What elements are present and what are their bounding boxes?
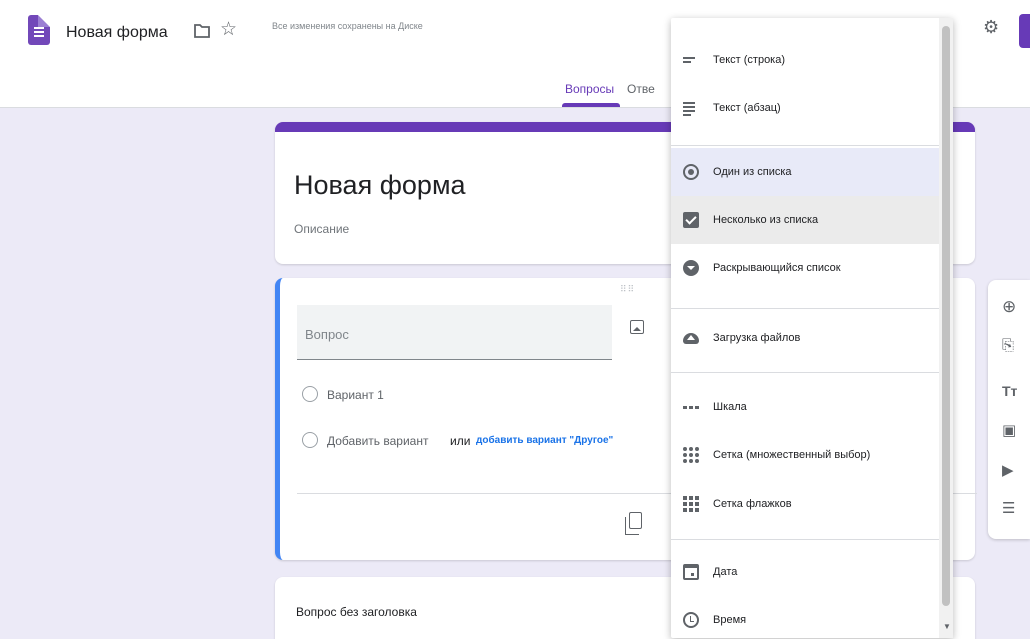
menu-item-label: Несколько из списка: [713, 214, 819, 226]
settings-gear-icon[interactable]: ⚙: [983, 18, 999, 36]
star-icon[interactable]: ☆: [220, 20, 237, 39]
menu-item-label: Текст (абзац): [713, 102, 781, 114]
radio-icon: [683, 164, 699, 180]
menu-item-checkbox-grid[interactable]: Сетка флажков: [671, 480, 939, 528]
option-label[interactable]: Вариант 1: [327, 388, 384, 402]
menu-item-label: Один из списка: [713, 166, 792, 178]
menu-item-label: Текст (строка): [713, 54, 786, 66]
add-option-button[interactable]: Добавить вариант: [327, 434, 428, 448]
menu-item-file-upload[interactable]: Загрузка файлов: [671, 314, 939, 362]
menu-item-label: Сетка (множественный выбор): [713, 449, 871, 461]
import-questions-icon[interactable]: ⎘: [1002, 338, 1014, 353]
forms-logo-icon[interactable]: [28, 15, 50, 45]
menu-item-label: Время: [713, 614, 747, 626]
menu-scrollbar-thumb[interactable]: [942, 26, 950, 606]
calendar-icon: [683, 564, 699, 580]
question-type-menu: Текст (строка) Текст (абзац) Один из спи…: [671, 18, 953, 638]
menu-item-linear-scale[interactable]: Шкала: [671, 383, 939, 431]
question-title[interactable]: Вопрос без заголовка: [296, 605, 417, 619]
form-heading[interactable]: Новая форма: [294, 170, 466, 201]
add-question-icon[interactable]: ⊕: [1002, 298, 1016, 315]
linear-scale-icon: [683, 399, 699, 415]
radio-icon: [302, 386, 318, 402]
add-other-option-link[interactable]: добавить вариант "Другое": [476, 435, 613, 446]
menu-item-label: Шкала: [713, 401, 747, 413]
form-title[interactable]: Новая форма: [66, 24, 168, 42]
drag-handle-icon[interactable]: ⠿⠿: [620, 284, 635, 295]
add-section-icon[interactable]: ☰: [1002, 501, 1015, 516]
menu-item-label: Загрузка файлов: [713, 332, 801, 344]
add-image-icon[interactable]: [630, 320, 644, 334]
dropdown-icon: [683, 260, 699, 276]
add-image-icon[interactable]: ▣: [1002, 423, 1016, 438]
side-toolbar: ⊕ ⎘ Tт ▣ ▶ ☰: [988, 280, 1030, 539]
checkbox-icon: [683, 212, 699, 228]
send-button[interactable]: [1019, 14, 1030, 48]
menu-item-label: Сетка флажков: [713, 498, 792, 510]
menu-divider: [671, 539, 939, 540]
or-label: или: [450, 434, 471, 448]
add-video-icon[interactable]: ▶: [1002, 463, 1014, 478]
menu-item-multiple-choice-grid[interactable]: Сетка (множественный выбор): [671, 431, 939, 479]
form-description-field[interactable]: Описание: [294, 222, 349, 236]
menu-item-time[interactable]: Время: [671, 596, 939, 639]
tab-answers[interactable]: Отве: [627, 82, 655, 96]
short-text-icon: [683, 52, 699, 68]
clock-icon: [683, 612, 699, 628]
cloud-upload-icon: [683, 333, 699, 344]
menu-item-label: Дата: [713, 566, 738, 578]
menu-divider: [671, 372, 939, 373]
menu-item-dropdown[interactable]: Раскрывающийся список: [671, 244, 939, 292]
grid-squares-icon: [683, 496, 699, 512]
menu-item-date[interactable]: Дата: [671, 548, 939, 596]
menu-item-paragraph[interactable]: Текст (абзац): [671, 84, 939, 132]
menu-item-label: Раскрывающийся список: [713, 262, 841, 274]
question-input[interactable]: Вопрос: [297, 305, 612, 360]
add-title-icon[interactable]: Tт: [1002, 384, 1017, 398]
paragraph-icon: [683, 100, 699, 116]
grid-dots-icon: [683, 447, 699, 463]
active-tab-indicator: [562, 103, 620, 107]
menu-item-short-text[interactable]: Текст (строка): [671, 36, 939, 84]
menu-item-checkboxes[interactable]: Несколько из списка: [671, 196, 939, 244]
saved-status[interactable]: Все изменения сохранены на Диске: [272, 20, 432, 32]
menu-item-multiple-choice[interactable]: Один из списка: [671, 148, 939, 196]
scroll-down-icon[interactable]: ▼: [943, 622, 951, 631]
tab-questions[interactable]: Вопросы: [565, 82, 614, 96]
radio-icon: [302, 432, 318, 448]
menu-divider: [671, 145, 939, 146]
duplicate-icon[interactable]: [625, 512, 642, 535]
folder-icon[interactable]: [194, 24, 210, 38]
menu-divider: [671, 308, 939, 309]
